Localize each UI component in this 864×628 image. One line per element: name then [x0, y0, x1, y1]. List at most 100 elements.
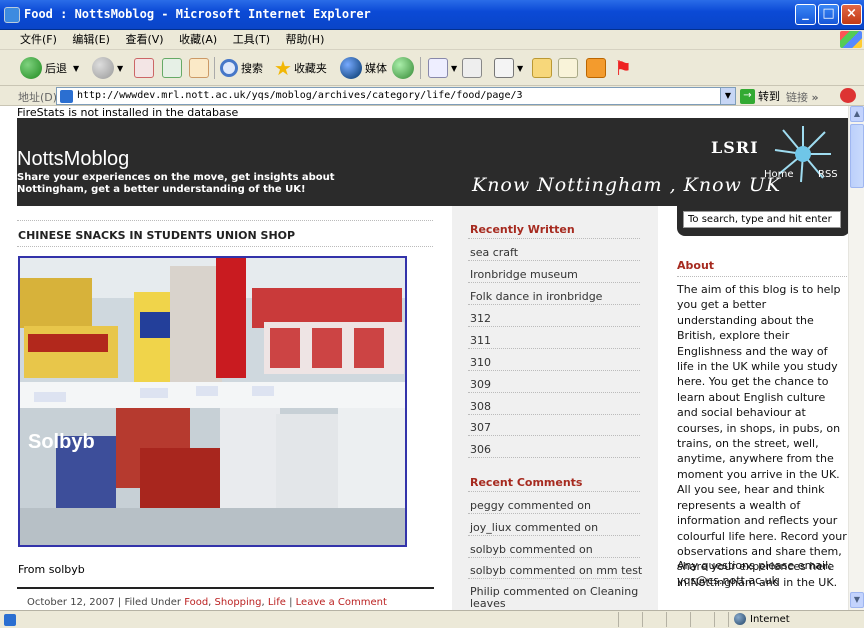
post-date: October 12, 2007	[27, 597, 115, 608]
mail-dropdown-icon[interactable]: ▼	[451, 64, 457, 73]
category-food-link[interactable]: Food	[184, 597, 208, 608]
home-icon	[189, 58, 209, 78]
favorites-button[interactable]: ★ 收藏夹	[274, 55, 327, 81]
menu-file[interactable]: 文件(F)	[14, 30, 63, 49]
divider	[468, 238, 640, 239]
leave-comment-link[interactable]: Leave a Comment	[296, 597, 387, 608]
recent-comment-link[interactable]: peggy commented on	[470, 499, 591, 512]
stop-icon	[134, 58, 154, 78]
category-life-link[interactable]: Life	[268, 597, 286, 608]
home-button[interactable]	[189, 55, 212, 81]
go-button[interactable]: → 转到	[740, 88, 780, 104]
recent-post-link[interactable]: 310	[470, 356, 491, 369]
site-header: NottsMoblog Share your experiences on th…	[17, 118, 848, 206]
status-cell	[642, 612, 643, 627]
recent-comment-link[interactable]: solbyb commented on mm test	[470, 564, 642, 577]
recent-post-link[interactable]: 309	[470, 378, 491, 391]
nav-home-link[interactable]: Home	[764, 169, 794, 180]
scroll-down-icon[interactable]: ▼	[850, 592, 864, 608]
menu-edit[interactable]: 编辑(E)	[66, 30, 116, 49]
recent-comment-link[interactable]: Philip commented on Cleaning leaves	[470, 586, 642, 610]
toolbar-separator	[214, 57, 215, 79]
category-shopping-link[interactable]: Shopping	[215, 597, 262, 608]
site-slogan: Know Nottingham , Know UK	[472, 174, 782, 196]
refresh-button[interactable]	[162, 55, 185, 81]
divider	[17, 246, 433, 247]
extension-icon[interactable]	[840, 88, 856, 103]
search-input[interactable]: To search, type and hit enter	[683, 211, 841, 228]
mail-button[interactable]: ▼	[428, 55, 457, 81]
back-label: 后退	[45, 62, 67, 75]
divider	[17, 220, 433, 221]
research-button[interactable]	[558, 55, 581, 81]
recent-comment-link[interactable]: solbyb commented on	[470, 543, 593, 556]
folder-icon	[532, 58, 552, 78]
status-bar: Internet	[0, 610, 864, 628]
media-button[interactable]: 媒体	[340, 55, 387, 81]
about-text: The aim of this blog is to help you get …	[677, 283, 847, 589]
minimize-button[interactable]: _	[795, 4, 816, 25]
back-button[interactable]: 后退 ▼	[20, 55, 79, 81]
recent-post-link[interactable]: Folk dance in ironbridge	[470, 290, 602, 303]
window-title-bar[interactable]: Food : NottsMoblog - Microsoft Internet …	[0, 0, 864, 30]
contact-email: Any questions please email: yqs@cs.nott.…	[677, 559, 832, 587]
research-icon	[558, 58, 578, 78]
back-arrow-icon	[20, 57, 42, 79]
history-button[interactable]	[392, 55, 417, 81]
maximize-button[interactable]: □	[818, 4, 839, 25]
media-icon	[340, 57, 362, 79]
recent-post-link[interactable]: 311	[470, 334, 491, 347]
site-name[interactable]: NottsMoblog	[17, 148, 129, 171]
forward-button[interactable]: ▼	[92, 55, 123, 81]
menu-tools[interactable]: 工具(T)	[227, 30, 276, 49]
recent-post-link[interactable]: 308	[470, 400, 491, 413]
print-button[interactable]	[462, 55, 485, 81]
recent-post-link[interactable]: 307	[470, 421, 491, 434]
menu-help[interactable]: 帮助(H)	[280, 30, 331, 49]
post-image[interactable]: Solbyb	[18, 256, 407, 547]
links-button[interactable]: 链接 »	[786, 89, 819, 105]
stop-button[interactable]	[134, 55, 157, 81]
recent-comments-heading: Recent Comments	[470, 476, 583, 489]
internet-globe-icon	[734, 613, 746, 625]
post-title[interactable]: CHINESE SNACKS IN STUDENTS UNION SHOP	[18, 229, 295, 242]
divider	[468, 370, 640, 371]
divider	[468, 557, 640, 558]
post-divider	[17, 587, 434, 589]
back-dropdown-icon[interactable]: ▼	[73, 64, 79, 73]
edit-button[interactable]: ▼	[494, 55, 523, 81]
search-icon	[220, 59, 238, 77]
recent-post-link[interactable]: 306	[470, 443, 491, 456]
address-input[interactable]: http://wwwdev.mrl.nott.ac.uk/yqs/moblog/…	[56, 87, 736, 105]
post-source: From solbyb	[18, 563, 85, 576]
recent-post-link[interactable]: 312	[470, 312, 491, 325]
scroll-thumb[interactable]	[850, 124, 864, 188]
recent-comment-link[interactable]: joy_liux commented on	[470, 521, 598, 534]
close-button[interactable]: ×	[841, 4, 862, 25]
forward-dropdown-icon[interactable]: ▼	[117, 64, 123, 73]
security-zone: Internet	[734, 613, 790, 625]
window-title: Food : NottsMoblog - Microsoft Internet …	[24, 7, 371, 21]
divider	[468, 282, 640, 283]
menu-favorites[interactable]: 收藏(A)	[173, 30, 223, 49]
folder-button[interactable]	[532, 55, 555, 81]
divider	[677, 276, 847, 277]
recent-post-link[interactable]: sea craft	[470, 246, 518, 259]
messenger-button[interactable]	[586, 55, 609, 81]
address-bar: 地址(D) http://wwwdev.mrl.nott.ac.uk/yqs/m…	[0, 86, 864, 106]
nav-rss-link[interactable]: RSS	[818, 169, 838, 180]
vertical-scrollbar[interactable]: ▲ ▼	[848, 106, 864, 610]
history-icon	[392, 57, 414, 79]
address-dropdown-icon[interactable]: ▼	[720, 88, 735, 104]
search-button[interactable]: 搜索	[220, 55, 263, 81]
meta-separator: |	[289, 597, 293, 608]
menu-view[interactable]: 查看(V)	[119, 30, 169, 49]
address-url[interactable]: http://wwwdev.mrl.nott.ac.uk/yqs/moblog/…	[77, 90, 523, 101]
search-panel: To search, type and hit enter	[677, 206, 848, 236]
recent-post-link[interactable]: Ironbridge museum	[470, 268, 578, 281]
status-cell	[728, 612, 729, 627]
flag-button[interactable]: ⚑	[614, 55, 632, 81]
post-meta: October 12, 2007 | Filed Under Food, Sho…	[27, 597, 387, 608]
scroll-up-icon[interactable]: ▲	[850, 106, 864, 122]
edit-dropdown-icon[interactable]: ▼	[517, 64, 523, 73]
